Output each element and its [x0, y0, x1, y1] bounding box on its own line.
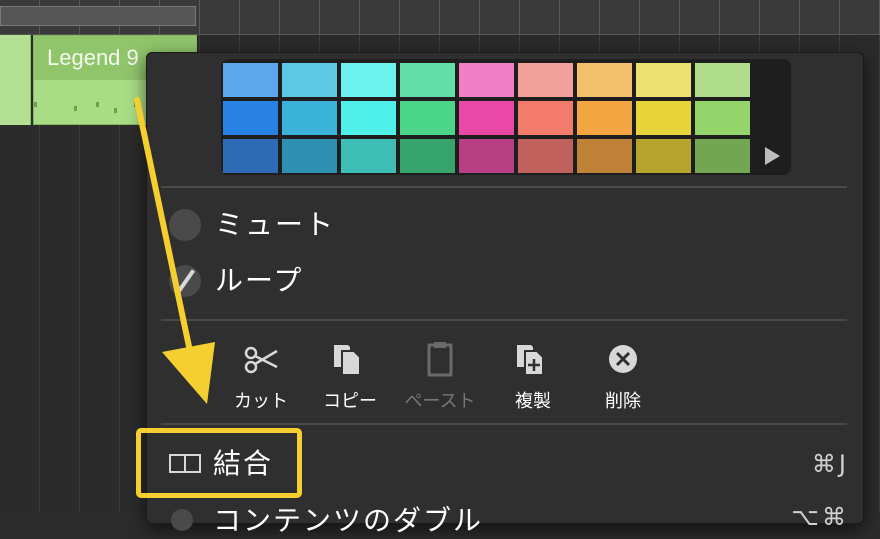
color-palette: [221, 59, 791, 175]
menu-item-mute[interactable]: ミュート: [169, 205, 469, 245]
color-swatch[interactable]: [341, 101, 398, 137]
delete-button[interactable]: 削除: [583, 341, 663, 412]
duplicate-label: 複製: [515, 391, 551, 412]
note: [34, 102, 37, 107]
note: [134, 102, 137, 107]
copy-button[interactable]: コピー: [310, 341, 390, 412]
mute-toggle-icon: [169, 209, 201, 241]
color-swatch[interactable]: [223, 139, 280, 175]
cut-label: カット: [234, 391, 288, 412]
color-swatch[interactable]: [636, 139, 693, 175]
delete-icon: [609, 345, 637, 373]
timeline-ruler[interactable]: [0, 0, 880, 35]
color-swatch[interactable]: [518, 101, 575, 137]
color-swatch[interactable]: [577, 101, 634, 137]
double-content-icon: [171, 509, 193, 531]
color-swatch[interactable]: [223, 63, 280, 99]
copy-label: コピー: [323, 391, 377, 412]
paste-label: ペースト: [404, 391, 476, 412]
previous-region[interactable]: [0, 35, 31, 125]
palette-next-arrow-icon[interactable]: [765, 147, 780, 165]
clipboard-icon: [427, 342, 453, 377]
double-content-shortcut: ⌥⌘: [791, 503, 849, 531]
note: [96, 102, 99, 107]
color-swatch[interactable]: [695, 139, 752, 175]
color-swatch[interactable]: [400, 101, 457, 137]
menu-item-double-content[interactable]: コンテンツのダブル ⌥⌘: [147, 499, 863, 537]
separator: [161, 423, 847, 425]
note: [114, 108, 117, 113]
color-swatch[interactable]: [341, 139, 398, 175]
color-swatch[interactable]: [282, 139, 339, 175]
scissors-icon: [244, 346, 278, 374]
color-swatch[interactable]: [400, 63, 457, 99]
color-swatch[interactable]: [518, 139, 575, 175]
color-swatch[interactable]: [577, 63, 634, 99]
join-shortcut: ⌘J: [811, 450, 849, 478]
color-swatch[interactable]: [341, 63, 398, 99]
color-swatch[interactable]: [695, 63, 752, 99]
color-swatch[interactable]: [223, 101, 280, 137]
color-swatch[interactable]: [282, 101, 339, 137]
join-highlight-box: [136, 428, 302, 498]
paste-button[interactable]: ペースト: [400, 341, 480, 412]
loop-toggle-icon: [169, 265, 201, 297]
color-swatch[interactable]: [636, 63, 693, 99]
note: [74, 106, 77, 111]
color-swatch[interactable]: [400, 139, 457, 175]
cut-button[interactable]: カット: [221, 341, 301, 412]
ruler-field[interactable]: [0, 6, 196, 26]
color-swatch[interactable]: [282, 63, 339, 99]
menu-item-loop[interactable]: ループ: [169, 261, 469, 301]
delete-label: 削除: [605, 391, 641, 412]
duplicate-button[interactable]: 複製: [493, 341, 573, 412]
checkmark-icon: [176, 269, 196, 293]
color-swatch[interactable]: [695, 101, 752, 137]
color-swatch[interactable]: [459, 63, 516, 99]
separator: [161, 186, 847, 188]
color-swatch[interactable]: [459, 101, 516, 137]
color-swatch[interactable]: [518, 63, 575, 99]
color-swatch[interactable]: [636, 101, 693, 137]
color-swatch[interactable]: [459, 139, 516, 175]
copy-icon: [334, 345, 361, 376]
double-content-label: コンテンツのダブル: [213, 504, 484, 537]
loop-label: ループ: [215, 264, 304, 297]
color-swatch[interactable]: [577, 139, 634, 175]
separator: [161, 319, 847, 321]
duplicate-icon: [517, 345, 544, 376]
mute-label: ミュート: [215, 208, 336, 241]
